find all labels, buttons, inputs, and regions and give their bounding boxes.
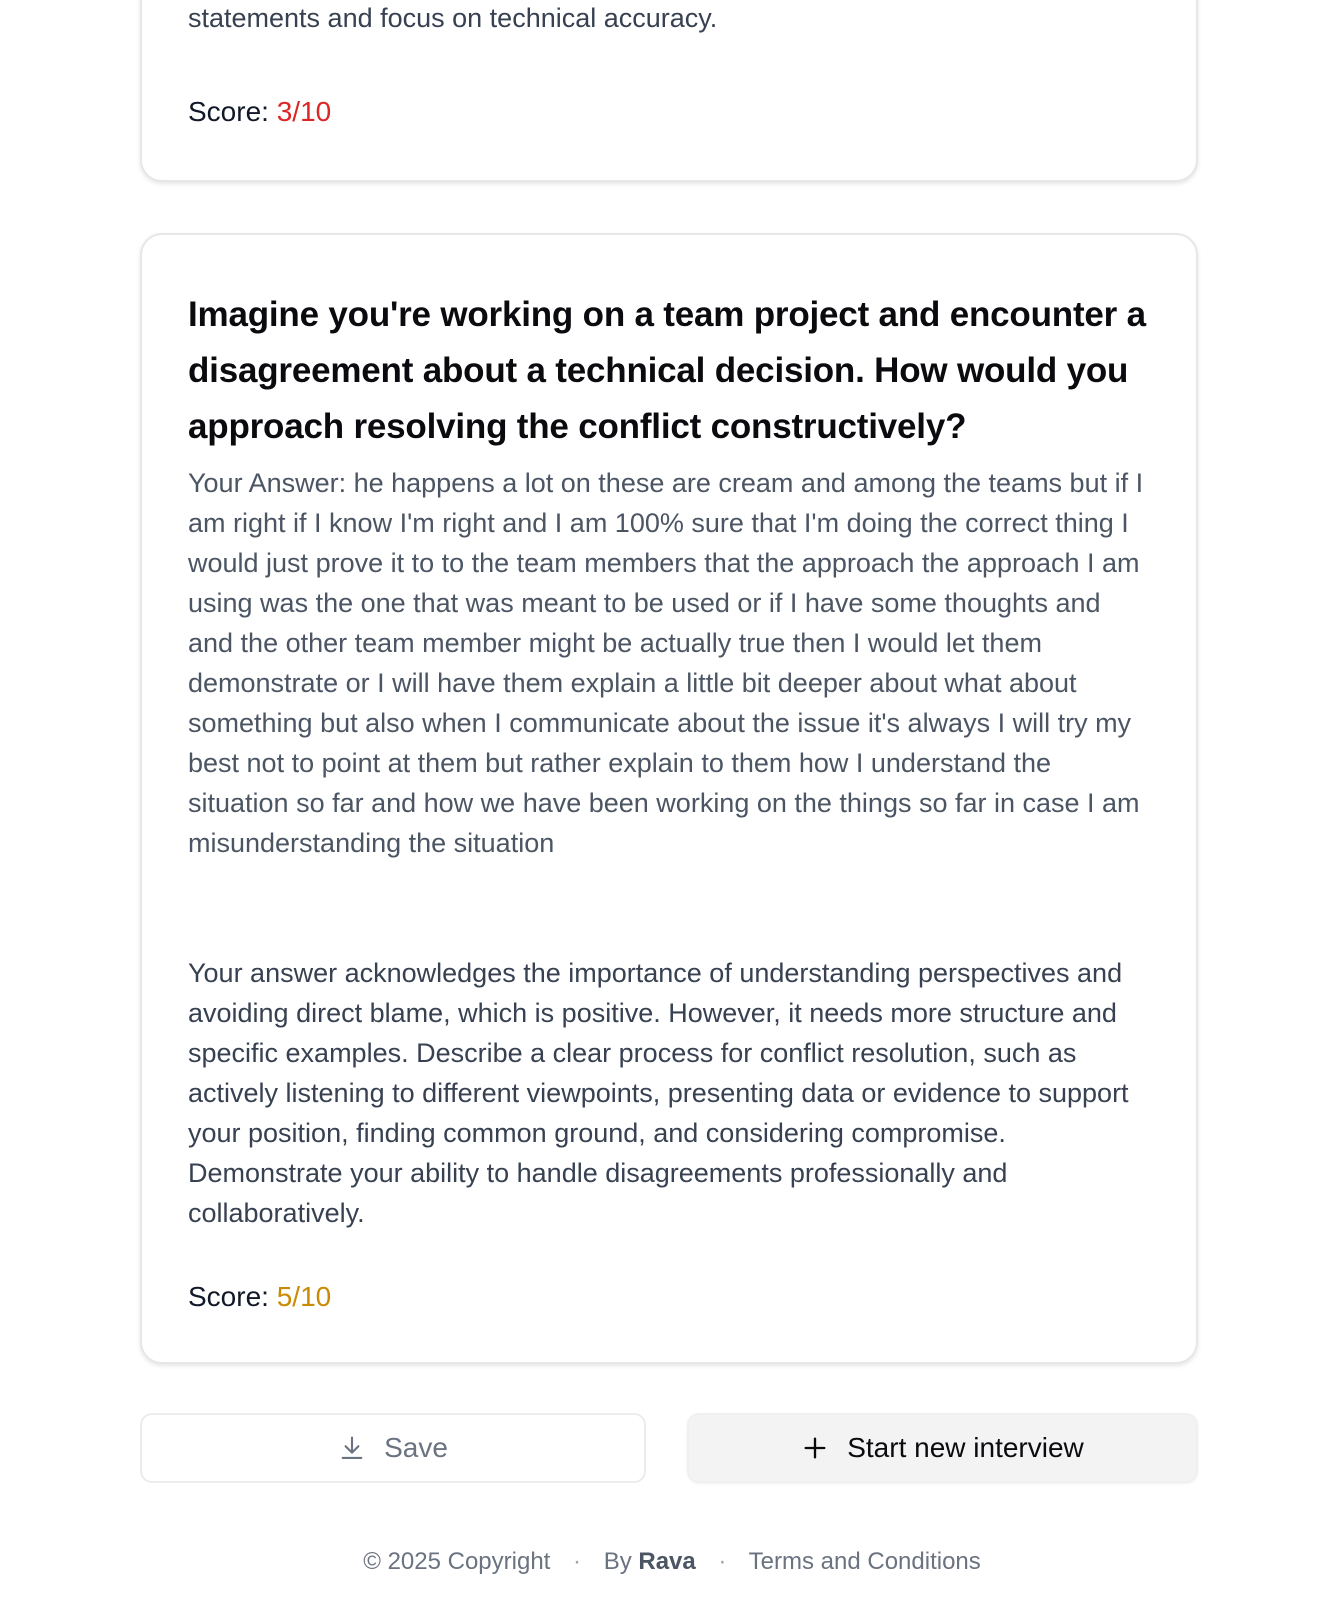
save-button[interactable]: Save bbox=[140, 1413, 646, 1483]
terms-link[interactable]: Terms and Conditions bbox=[749, 1548, 981, 1575]
question-card: Imagine you're working on a team project… bbox=[140, 233, 1198, 1364]
feedback-text: Your answer acknowledges the importance … bbox=[188, 958, 1129, 1228]
footer-by-prefix: By bbox=[603, 1548, 632, 1575]
footer-brand-link[interactable]: Rava bbox=[638, 1548, 695, 1575]
plus-icon bbox=[801, 1434, 829, 1462]
footer-copyright: © 2025 Copyright bbox=[363, 1548, 551, 1575]
footer-separator: · bbox=[573, 1548, 582, 1575]
score-value: 5/10 bbox=[276, 1281, 332, 1312]
previous-question-card: dataset and search scenario, providing a… bbox=[140, 0, 1198, 182]
user-answer-text: Your Answer: he happens a lot on these a… bbox=[188, 468, 1144, 858]
start-new-interview-button[interactable]: Start new interview bbox=[687, 1413, 1198, 1483]
previous-feedback-text: dataset and search scenario, providing a… bbox=[188, 3, 718, 33]
download-icon bbox=[338, 1434, 366, 1462]
score-label: Score: bbox=[188, 96, 269, 127]
question-score: Score: 5/10 bbox=[188, 1281, 331, 1313]
previous-score: Score: 3/10 bbox=[188, 96, 331, 128]
score-label: Score: bbox=[188, 1281, 269, 1312]
question-heading: Imagine you're working on a team project… bbox=[188, 295, 1146, 446]
interview-results-page: dataset and search scenario, providing a… bbox=[0, 0, 1344, 1623]
footer: © 2025 Copyright · By Rava · Terms and C… bbox=[0, 1548, 1344, 1576]
start-new-interview-label: Start new interview bbox=[847, 1432, 1084, 1463]
score-value: 3/10 bbox=[276, 96, 332, 127]
save-button-label: Save bbox=[384, 1432, 448, 1463]
footer-separator: · bbox=[718, 1548, 727, 1575]
